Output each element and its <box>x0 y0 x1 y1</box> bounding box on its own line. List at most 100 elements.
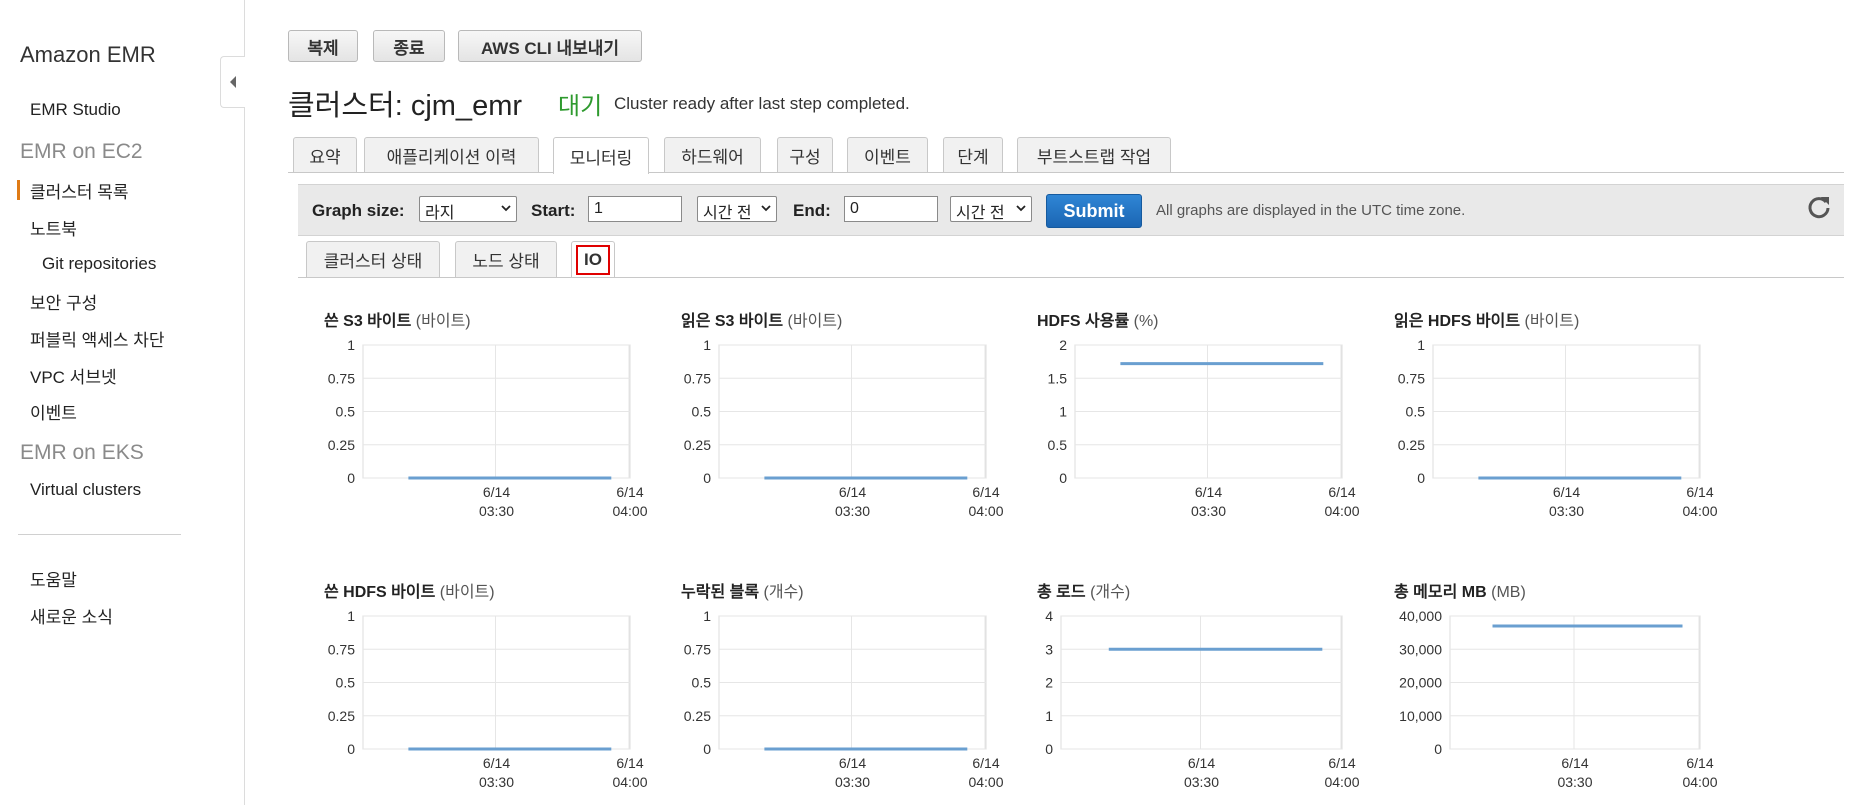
chevron-down-icon <box>501 205 511 212</box>
chart-title-0: 쓴 S3 바이트 (바이트) <box>324 307 471 331</box>
chevron-down-icon <box>761 205 771 212</box>
tab-steps[interactable]: 단계 <box>943 137 1003 172</box>
y-tick-label: 0.5 <box>336 404 356 420</box>
y-tick-label: 10,000 <box>1399 708 1442 724</box>
start-unit-value: 시간 전 <box>703 205 752 222</box>
sidebar-item-virtual-clusters[interactable]: Virtual clusters <box>30 480 141 500</box>
sidebar-item-emr-studio[interactable]: EMR Studio <box>30 100 121 120</box>
start-input[interactable] <box>588 196 682 222</box>
chart-title-text: 쓴 HDFS 바이트 <box>324 584 436 601</box>
sidebar-item-whats-new[interactable]: 새로운 소식 <box>30 603 113 628</box>
chart-title-text: 누락된 블록 <box>681 584 760 601</box>
chart-title-7: 총 메모리 MB (MB) <box>1394 578 1526 602</box>
sidebar-item-help[interactable]: 도움말 <box>30 566 77 591</box>
y-tick-label: 40,000 <box>1399 608 1442 624</box>
tab-events[interactable]: 이벤트 <box>847 137 928 172</box>
x-tick-label: 04:00 <box>1324 774 1359 790</box>
chart-title-1: 읽은 S3 바이트 (바이트) <box>681 307 842 331</box>
x-tick-label: 6/14 <box>1553 484 1580 500</box>
chart-title-text: 읽은 S3 바이트 <box>681 313 784 330</box>
chevron-down-icon <box>1016 205 1026 212</box>
chart-unit: (바이트) <box>439 584 495 601</box>
y-tick-label: 0 <box>347 470 355 486</box>
y-tick-label: 0.75 <box>1398 370 1425 386</box>
tab-summary[interactable]: 요약 <box>293 137 357 172</box>
y-tick-label: 4 <box>1045 608 1053 624</box>
y-tick-label: 0.5 <box>1406 404 1426 420</box>
chart-unit: (%) <box>1133 313 1159 330</box>
brand-title[interactable]: Amazon EMR <box>20 42 156 68</box>
subtab-cluster-status[interactable]: 클러스터 상태 <box>306 241 440 277</box>
chevron-left-icon <box>230 76 236 88</box>
sidebar-item-vpc-subnets[interactable]: VPC 서브넷 <box>30 363 117 388</box>
y-tick-label: 0.75 <box>684 370 711 386</box>
x-tick-label: 6/14 <box>483 755 510 771</box>
x-tick-label: 04:00 <box>1324 503 1359 519</box>
submit-button[interactable]: Submit <box>1046 194 1142 228</box>
end-unit-select[interactable]: 시간 전 <box>950 196 1032 222</box>
chart-unit: (MB) <box>1491 584 1526 601</box>
tab-application-history[interactable]: 애플리케이션 이력 <box>364 137 539 172</box>
export-cli-button[interactable]: AWS CLI 내보내기 <box>458 30 642 62</box>
start-label: Start: <box>531 201 576 220</box>
sidebar-item-security-config[interactable]: 보안 구성 <box>30 289 97 314</box>
refresh-icon[interactable] <box>1806 194 1832 220</box>
chart-title-5: 누락된 블록 (개수) <box>681 578 804 602</box>
sidebar-group-eks: EMR on EKS <box>20 441 144 464</box>
chart-title-text: 쓴 S3 바이트 <box>324 313 412 330</box>
chart-read-hdfs-bytes: 1 0.75 0.5 0.25 0 6/14 03:30 6/14 04:00 <box>1398 337 1718 519</box>
terminate-button[interactable]: 종료 <box>373 30 445 62</box>
chart-total-load: 4 3 2 1 0 6/14 03:30 6/14 04:00 <box>1045 608 1360 790</box>
y-tick-label: 0 <box>1434 741 1442 757</box>
x-tick-label: 6/14 <box>1686 484 1713 500</box>
graph-size-select[interactable]: 라지 <box>419 196 517 222</box>
x-tick-label: 04:00 <box>612 774 647 790</box>
subtab-node-status[interactable]: 노드 상태 <box>455 241 557 277</box>
subtab-io[interactable]: IO <box>571 241 615 277</box>
y-tick-label: 0 <box>347 741 355 757</box>
status-badge: 대기 <box>558 93 603 120</box>
graph-size-value: 라지 <box>425 205 455 222</box>
y-tick-label: 0.75 <box>684 641 711 657</box>
chart-read-s3-bytes: 1 0.75 0.5 0.25 0 6/14 03:30 6/14 04:00 <box>684 337 1004 519</box>
y-tick-label: 0.5 <box>1048 437 1068 453</box>
y-tick-label: 30,000 <box>1399 641 1442 657</box>
page-title: 클러스터: cjm_emr <box>288 90 523 122</box>
x-tick-label: 03:30 <box>835 774 870 790</box>
x-tick-label: 6/14 <box>483 484 510 500</box>
y-tick-label: 0.25 <box>684 437 711 453</box>
end-input[interactable] <box>844 196 938 222</box>
y-tick-label: 0 <box>1417 470 1425 486</box>
y-tick-label: 0.25 <box>328 708 355 724</box>
y-tick-label: 0.25 <box>684 708 711 724</box>
tab-hardware[interactable]: 하드웨어 <box>664 137 761 172</box>
y-tick-label: 1 <box>1045 708 1053 724</box>
tabs-divider <box>288 172 1844 173</box>
sidebar-item-clusters[interactable]: 클러스터 목록 <box>30 178 129 203</box>
y-tick-label: 0.5 <box>692 675 712 691</box>
tab-configuration[interactable]: 구성 <box>777 137 833 172</box>
y-tick-label: 20,000 <box>1399 675 1442 691</box>
x-tick-label: 03:30 <box>1549 503 1584 519</box>
y-tick-label: 0.75 <box>328 370 355 386</box>
x-tick-label: 03:30 <box>1557 774 1592 790</box>
chart-written-hdfs-bytes: 1 0.75 0.5 0.25 0 6/14 03:30 6/14 04:00 <box>328 608 648 790</box>
subtab-io-label: IO <box>576 244 610 275</box>
chart-title-2: HDFS 사용률 (%) <box>1037 307 1159 331</box>
sidebar-collapse-button[interactable] <box>220 56 245 108</box>
chart-title-text: 총 로드 <box>1037 584 1086 601</box>
chart-written-s3-bytes: 1 0.75 0.5 0.25 0 6/14 03:30 6/14 04:00 <box>328 337 648 519</box>
start-unit-select[interactable]: 시간 전 <box>697 196 777 222</box>
x-tick-label: 03:30 <box>479 503 514 519</box>
x-tick-label: 6/14 <box>972 484 999 500</box>
tab-bootstrap-actions[interactable]: 부트스트랩 작업 <box>1017 137 1171 172</box>
clone-button[interactable]: 복제 <box>288 30 358 62</box>
sidebar-item-git-repositories[interactable]: Git repositories <box>42 254 156 274</box>
sidebar-item-public-access[interactable]: 퍼블릭 액세스 차단 <box>30 326 165 351</box>
x-tick-label: 03:30 <box>835 503 870 519</box>
x-tick-label: 6/14 <box>616 484 643 500</box>
sidebar-item-events[interactable]: 이벤트 <box>30 399 77 424</box>
sidebar-item-notebooks[interactable]: 노트북 <box>30 215 77 240</box>
tab-monitoring[interactable]: 모니터링 <box>553 137 649 174</box>
chart-unit: (개수) <box>1090 584 1131 601</box>
